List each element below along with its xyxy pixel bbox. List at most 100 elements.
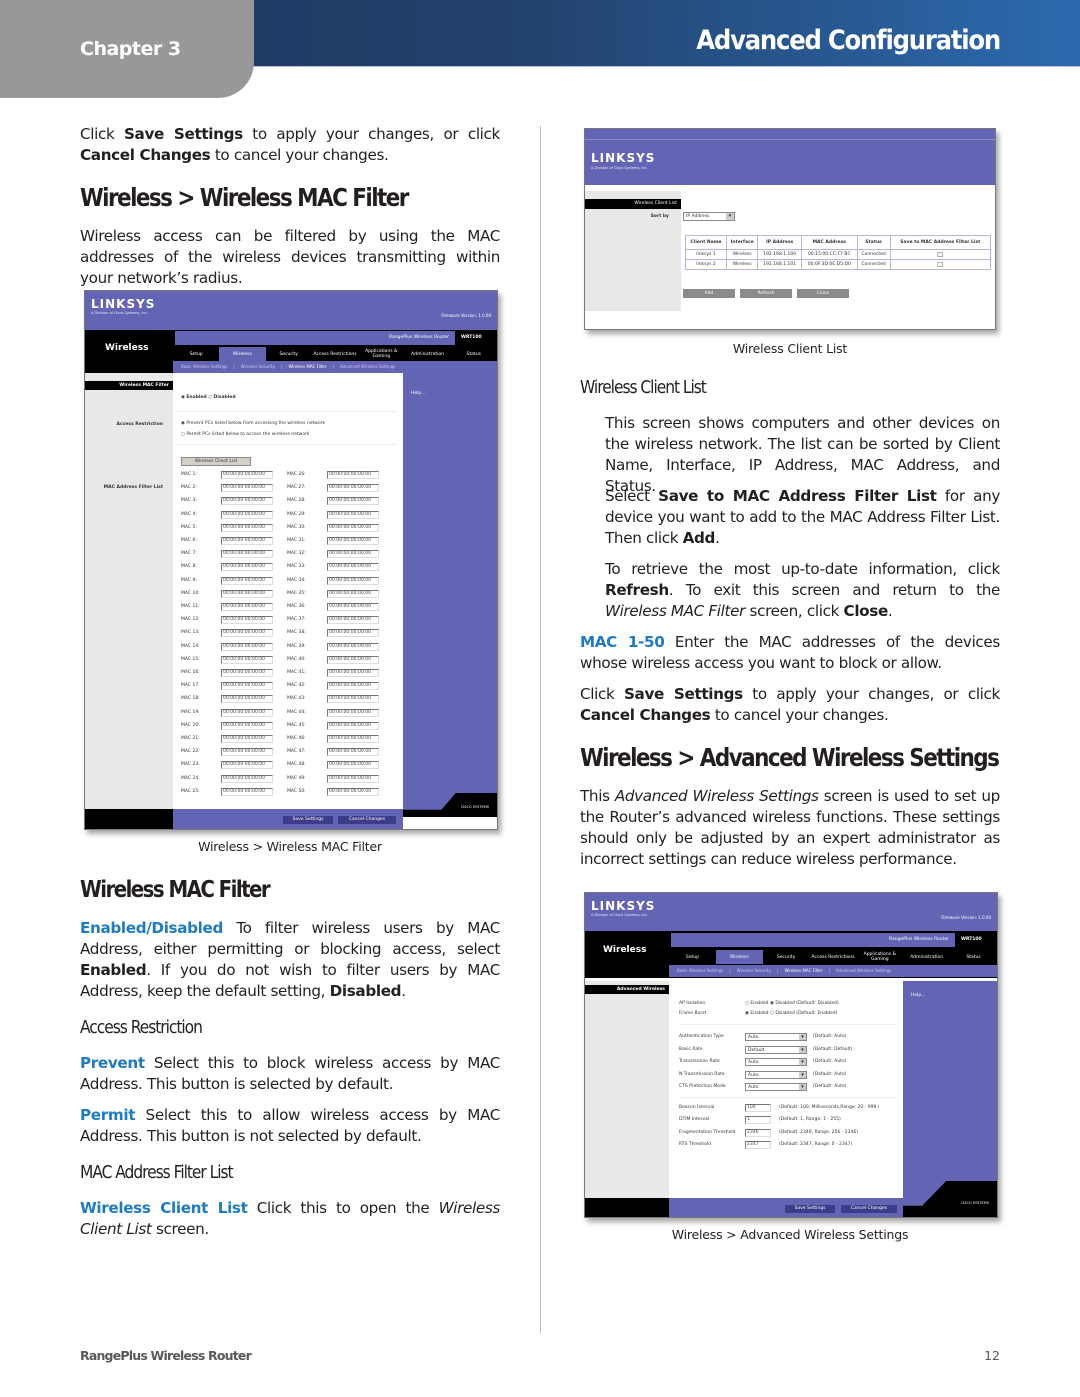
settings-select[interactable]: Auto ▾ [745,1033,807,1041]
mac-address-input[interactable]: 00:00:00:00:00:00 [327,616,379,625]
wireless-client-list-button[interactable]: Wireless Client List [181,457,251,466]
mac-address-input[interactable]: 00:00:00:00:00:00 [221,589,273,598]
mac-address-input[interactable]: 00:00:00:00:00:00 [221,510,273,519]
settings-select[interactable]: Auto ▾ [745,1058,807,1066]
column-header[interactable]: Interface [725,235,759,250]
mac-address-input[interactable]: 00:00:00:00:00:00 [327,787,379,796]
mac-address-input[interactable]: 00:00:00:00:00:00 [327,748,379,757]
mac-address-input[interactable]: 00:00:00:00:00:00 [327,563,379,572]
mac-address-input[interactable]: 00:00:00:00:00:00 [221,576,273,585]
mac-address-input[interactable]: 00:00:00:00:00:00 [327,695,379,704]
settings-select[interactable]: Auto ▾ [745,1070,807,1079]
nav-tab-access-restrictions[interactable]: Access Restrictions [810,950,857,964]
mac-address-input[interactable]: 00:00:00:00:00:00 [327,761,379,770]
help-link[interactable]: Help... [411,391,426,396]
subtab-wireless-security[interactable]: Wireless Security [241,364,275,369]
refresh-button[interactable]: Refresh [740,289,792,298]
mac-address-input[interactable]: 00:00:00:00:00:00 [327,774,379,783]
mac-address-input[interactable]: 00:00:00:00:00:00 [221,471,273,479]
mac-address-input[interactable]: 00:00:00:00:00:00 [221,655,273,664]
save-to-filter-checkbox[interactable]: ☐ [937,251,943,259]
column-header[interactable]: Save to MAC Address Filter List [889,235,992,250]
cancel-changes-button[interactable]: Cancel Changes [338,816,396,824]
subtab-basic-wireless-settings[interactable]: Basic Wireless Settings [677,968,723,973]
column-header[interactable]: IP Address [757,235,802,250]
mac-address-input[interactable]: 00:00:00:00:00:00 [327,550,379,559]
mac-address-input[interactable]: 00:00:00:00:00:00 [327,471,379,479]
save-settings-button[interactable]: Save Settings [785,1205,835,1213]
nav-tab-applications-gaming[interactable]: Applications & Gaming [358,347,404,361]
mac-address-input[interactable]: 00:00:00:00:00:00 [327,576,379,585]
nav-tab-wireless[interactable]: Wireless [715,950,763,964]
column-header[interactable]: MAC Address [800,235,858,250]
radio-group[interactable]: ○ Enabled ◉ Disabled (Default: Disabled) [745,1001,839,1006]
nav-tab-administration[interactable]: Administration [404,347,450,361]
mac-address-input[interactable]: 00:00:00:00:00:00 [221,523,273,532]
subtab-wireless-security[interactable]: Wireless Security [737,968,771,973]
mac-address-input[interactable]: 00:00:00:00:00:00 [327,642,379,651]
mac-address-input[interactable]: 00:00:00:00:00:00 [221,497,273,506]
settings-input[interactable]: 2346 [745,1128,771,1137]
nav-tab-applications-gaming[interactable]: Applications & Gaming [856,950,903,964]
mac-address-input[interactable]: 00:00:00:00:00:00 [327,721,379,730]
mac-address-input[interactable]: 00:00:00:00:00:00 [221,629,273,638]
mac-address-input[interactable]: 00:00:00:00:00:00 [327,629,379,638]
mac-address-input[interactable]: 00:00:00:00:00:00 [327,537,379,545]
mac-address-input[interactable]: 00:00:00:00:00:00 [327,484,379,493]
sort-by-select[interactable]: IP Address ▾ [683,212,735,221]
mac-address-input[interactable]: 00:00:00:00:00:00 [221,735,273,743]
enabled-radio[interactable]: ◉ Enabled ○ Disabled [181,395,236,400]
settings-select[interactable]: Default ▾ [745,1045,807,1054]
mac-address-input[interactable]: 00:00:00:00:00:00 [327,603,379,611]
cancel-changes-button[interactable]: Cancel Changes [841,1205,897,1213]
nav-tab-setup[interactable]: Setup [173,347,219,361]
prevent-radio[interactable]: ◉ Prevent PCs listed below from accessin… [181,421,325,426]
nav-tab-security[interactable]: Security [763,950,810,964]
column-header[interactable]: Status [856,235,891,250]
mac-address-input[interactable]: 00:00:00:00:00:00 [221,761,273,770]
nav-tab-status[interactable]: Status [950,950,997,964]
settings-input[interactable]: 100 [745,1103,771,1112]
subtab-basic-wireless-settings[interactable]: Basic Wireless Settings [181,364,227,369]
mac-address-input[interactable]: 00:00:00:00:00:00 [327,708,379,717]
close-button[interactable]: Close [797,289,849,298]
nav-tab-wireless[interactable]: Wireless [219,347,266,361]
nav-tab-access-restrictions[interactable]: Access Restrictions [312,347,358,361]
mac-address-input[interactable]: 00:00:00:00:00:00 [221,695,273,704]
mac-address-input[interactable]: 00:00:00:00:00:00 [221,774,273,783]
subtab-wireless-mac-filter[interactable]: Wireless MAC Filter [288,364,326,369]
mac-address-input[interactable]: 00:00:00:00:00:00 [327,523,379,532]
nav-tab-administration[interactable]: Administration [903,950,950,964]
add-button[interactable]: Add [683,289,735,298]
nav-tab-setup[interactable]: Setup [669,950,716,964]
save-settings-button[interactable]: Save Settings [283,816,333,824]
mac-address-input[interactable]: 00:00:00:00:00:00 [327,735,379,743]
settings-input[interactable]: 2347 [745,1141,771,1149]
permit-radio[interactable]: ○ Permit PCs listed below to access the … [181,432,310,437]
settings-input[interactable]: 1 [745,1116,771,1124]
mac-address-input[interactable]: 00:00:00:00:00:00 [221,563,273,572]
nav-tab-status[interactable]: Status [451,347,497,361]
mac-address-input[interactable]: 00:00:00:00:00:00 [327,497,379,506]
column-header[interactable]: Client Name [685,235,727,250]
mac-address-input[interactable]: 00:00:00:00:00:00 [221,484,273,493]
subtab-advanced-wireless-settings[interactable]: Advanced Wireless Settings [340,364,395,369]
mac-address-input[interactable]: 00:00:00:00:00:00 [327,589,379,598]
radio-group[interactable]: ◉ Enabled ○ Disabled (Default: Enabled) [745,1011,837,1016]
mac-address-input[interactable]: 00:00:00:00:00:00 [221,748,273,757]
mac-address-input[interactable]: 00:00:00:00:00:00 [221,537,273,545]
nav-tab-security[interactable]: Security [266,347,312,361]
mac-address-input[interactable]: 00:00:00:00:00:00 [221,708,273,717]
subtab-wireless-mac-filter[interactable]: Wireless MAC Filter [784,968,822,973]
mac-address-input[interactable]: 00:00:00:00:00:00 [327,682,379,691]
mac-address-input[interactable]: 00:00:00:00:00:00 [327,510,379,519]
save-to-filter-checkbox[interactable]: ☐ [937,261,943,269]
mac-address-input[interactable]: 00:00:00:00:00:00 [327,669,379,677]
mac-address-input[interactable]: 00:00:00:00:00:00 [221,603,273,611]
mac-address-input[interactable]: 00:00:00:00:00:00 [221,721,273,730]
mac-address-input[interactable]: 00:00:00:00:00:00 [221,550,273,559]
mac-address-input[interactable]: 00:00:00:00:00:00 [221,642,273,651]
settings-select[interactable]: Auto ▾ [745,1083,807,1091]
subtab-advanced-wireless-settings[interactable]: Advanced Wireless Settings [836,968,891,973]
mac-address-input[interactable]: 00:00:00:00:00:00 [221,682,273,691]
